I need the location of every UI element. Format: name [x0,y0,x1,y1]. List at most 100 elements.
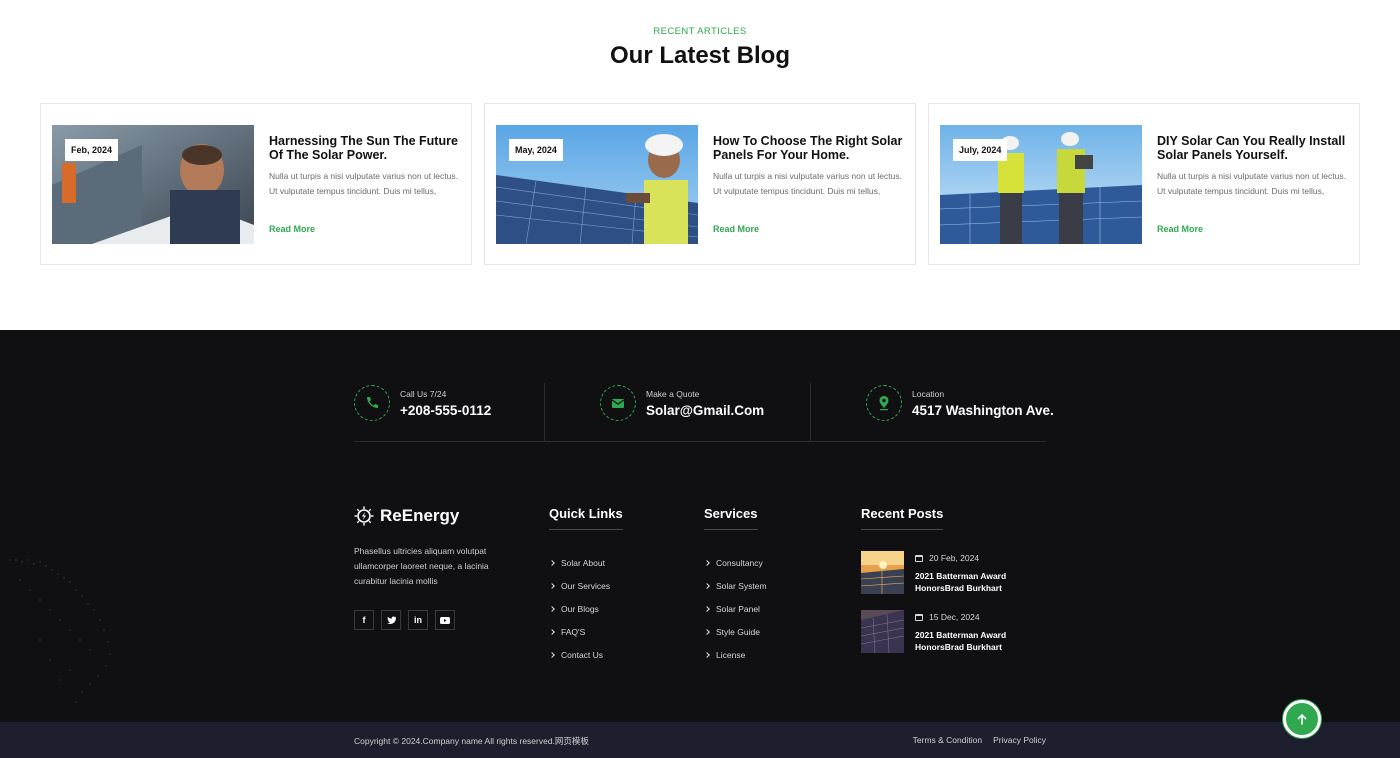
divider [810,383,811,442]
contact-label: Call Us 7/24 [400,389,447,399]
chevron-right-icon [704,605,710,612]
recent-post-date: 20 Feb, 2024 [915,553,979,563]
footer-link[interactable]: Solar Panel [704,597,767,620]
chevron-right-icon [704,559,710,566]
footer-link-label: Contact Us [561,649,604,660]
chevron-right-icon [549,651,555,658]
blog-card-image[interactable]: July, 2024 [940,125,1142,244]
heading-underline [549,529,623,530]
twitter-icon[interactable] [381,610,401,630]
contact-strip: Call Us 7/24 +208-555-0112 Make a Quote … [354,383,1054,442]
recent-post-thumbnail[interactable] [861,551,904,594]
quick-links-heading: Quick Links [549,506,623,530]
social-links: f in [354,610,462,630]
footer-link[interactable]: License [704,643,767,666]
blog-card-date: May, 2024 [509,139,563,161]
section-eyebrow: RECENT ARTICLES [653,26,747,37]
chevron-right-icon [549,605,555,612]
sun-logo-icon [354,506,374,526]
heading-underline [861,529,944,530]
recent-post[interactable]: 15 Dec, 2024 2021 Batterman Award Honors… [861,610,1051,654]
phone-icon [354,385,390,421]
contact-label: Make a Quote [646,389,700,399]
footer-link[interactable]: Style Guide [704,620,767,643]
quick-links-list: Solar About Our Services Our Blogs FAQ'S… [549,551,611,666]
blog-card-excerpt: Nulla ut turpis a nisi vulputate varius … [1157,171,1346,196]
blog-card-image[interactable]: May, 2024 [496,125,698,244]
recent-posts-title: Recent Posts [861,506,944,521]
footer-link[interactable]: Our Blogs [549,597,610,620]
recent-post-date-text: 15 Dec, 2024 [929,612,980,622]
quick-links-title: Quick Links [549,506,623,521]
footer-link[interactable]: Our Services [549,574,611,597]
privacy-link[interactable]: Privacy Policy [993,735,1046,745]
read-more-link[interactable]: Read More [1157,224,1203,234]
footer-link[interactable]: Solar About [549,551,610,574]
blog-card-date: July, 2024 [953,139,1008,161]
blog-card[interactable]: July, 2024 DIY Solar Can You Really Inst… [928,103,1360,265]
recent-post[interactable]: 20 Feb, 2024 2021 Batterman Award Honors… [861,551,1051,595]
heading-underline [704,529,758,530]
legal-links: Terms & Condition Privacy Policy [902,735,1046,745]
services-heading: Services [704,506,758,530]
blog-card[interactable]: Feb, 2024 Harnessing The Sun The Future … [40,103,472,265]
recent-post-thumbnail[interactable] [861,610,904,653]
blog-card-title[interactable]: Harnessing The Sun The Future Of The Sol… [269,134,459,162]
location-pin-icon [866,385,902,421]
calendar-icon [915,613,923,621]
linkedin-icon[interactable]: in [408,610,428,630]
blog-card[interactable]: May, 2024 How To Choose The Right Solar … [484,103,916,265]
footer-bottom-bar: Copyright © 2024.Company name All rights… [0,722,1400,758]
read-more-link[interactable]: Read More [269,224,315,234]
recent-post-date-text: 20 Feb, 2024 [929,553,980,563]
arrow-up-icon [1297,713,1307,725]
contact-email[interactable]: Solar@Gmail.Com [646,403,764,418]
blog-card-title[interactable]: DIY Solar Can You Really Install Solar P… [1157,134,1347,162]
chevron-right-icon [549,628,555,635]
recent-post-title[interactable]: 2021 Batterman Award HonorsBrad Burkhart [915,570,1045,594]
brand-name: ReEnergy [380,506,460,525]
footer-link-label: Solar System [716,580,767,591]
footer-link[interactable]: FAQ'S [549,620,610,643]
chevron-right-icon [704,628,710,635]
youtube-icon[interactable] [435,610,455,630]
blog-card-title[interactable]: How To Choose The Right Solar Panels For… [713,134,903,162]
contact-address[interactable]: 4517 Washington Ave. [912,403,1054,418]
read-more-link[interactable]: Read More [713,224,759,234]
contact-label: Location [912,389,945,399]
blog-card-excerpt: Nulla ut turpis a nisi vulputate varius … [269,171,458,196]
footer-logo[interactable]: ReEnergy [354,506,459,526]
recent-posts-heading: Recent Posts [861,506,944,530]
chevron-right-icon [549,582,555,589]
footer-link[interactable]: Consultancy [704,551,767,574]
mail-icon [600,385,636,421]
footer-link-label: Solar About [561,557,605,568]
chevron-right-icon [549,559,555,566]
copyright-text: Copyright © 2024.Company name All rights… [354,736,589,746]
footer-about-text: Phasellus ultricies aliquam volutpat ull… [354,546,489,586]
footer-link-label: Consultancy [716,557,763,568]
contact-phone[interactable]: +208-555-0112 [400,403,491,418]
site-footer: Call Us 7/24 +208-555-0112 Make a Quote … [0,330,1400,722]
terms-link[interactable]: Terms & Condition [913,735,982,745]
footer-link[interactable]: Contact Us [549,643,610,666]
footer-link-label: Style Guide [716,626,760,637]
recent-post-date: 15 Dec, 2024 [915,612,980,622]
back-to-top-button[interactable] [1283,700,1321,738]
footer-link-label: License [716,649,746,660]
blog-section: RECENT ARTICLES Our Latest Blog Feb, 202… [0,0,1400,330]
footer-link-label: FAQ'S [561,626,586,637]
services-title: Services [704,506,758,521]
facebook-icon[interactable]: f [354,610,374,630]
footer-link[interactable]: Solar System [704,574,767,597]
calendar-icon [915,554,923,562]
chevron-right-icon [704,651,710,658]
services-list: Consultancy Solar System Solar Panel Sty… [704,551,767,666]
footer-link-label: Our Services [561,580,611,591]
section-title: Our Latest Blog [609,42,790,69]
recent-post-title[interactable]: 2021 Batterman Award HonorsBrad Burkhart [915,629,1045,653]
blog-card-excerpt: Nulla ut turpis a nisi vulputate varius … [713,171,902,196]
blog-card-date: Feb, 2024 [65,139,119,161]
blog-card-image[interactable]: Feb, 2024 [52,125,254,244]
footer-link-label: Our Blogs [561,603,599,614]
